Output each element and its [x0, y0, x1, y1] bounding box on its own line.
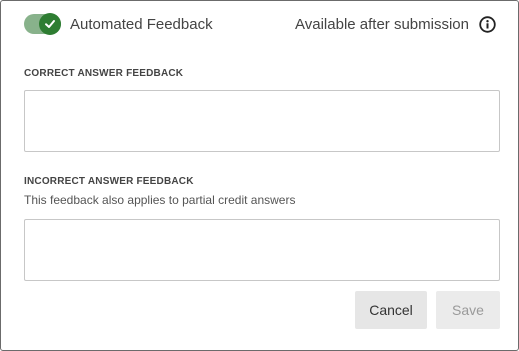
automated-feedback-toggle-row: Automated Feedback	[24, 13, 213, 35]
incorrect-feedback-helper: This feedback also applies to partial cr…	[24, 193, 296, 207]
cancel-button[interactable]: Cancel	[355, 291, 427, 329]
toggle-knob	[39, 13, 61, 35]
incorrect-feedback-label: INCORRECT ANSWER FEEDBACK	[24, 176, 194, 187]
toggle-label: Automated Feedback	[70, 15, 213, 33]
incorrect-feedback-input[interactable]	[24, 219, 500, 281]
info-icon[interactable]	[479, 16, 496, 33]
availability-info: Available after submission	[295, 16, 496, 33]
correct-feedback-label: CORRECT ANSWER FEEDBACK	[24, 68, 184, 79]
availability-text: Available after submission	[295, 16, 469, 33]
automated-feedback-toggle[interactable]	[24, 13, 61, 35]
save-button[interactable]: Save	[436, 291, 500, 329]
correct-feedback-input[interactable]	[24, 90, 500, 152]
check-icon	[45, 20, 55, 28]
automated-feedback-panel: Automated Feedback Available after submi…	[0, 0, 519, 351]
